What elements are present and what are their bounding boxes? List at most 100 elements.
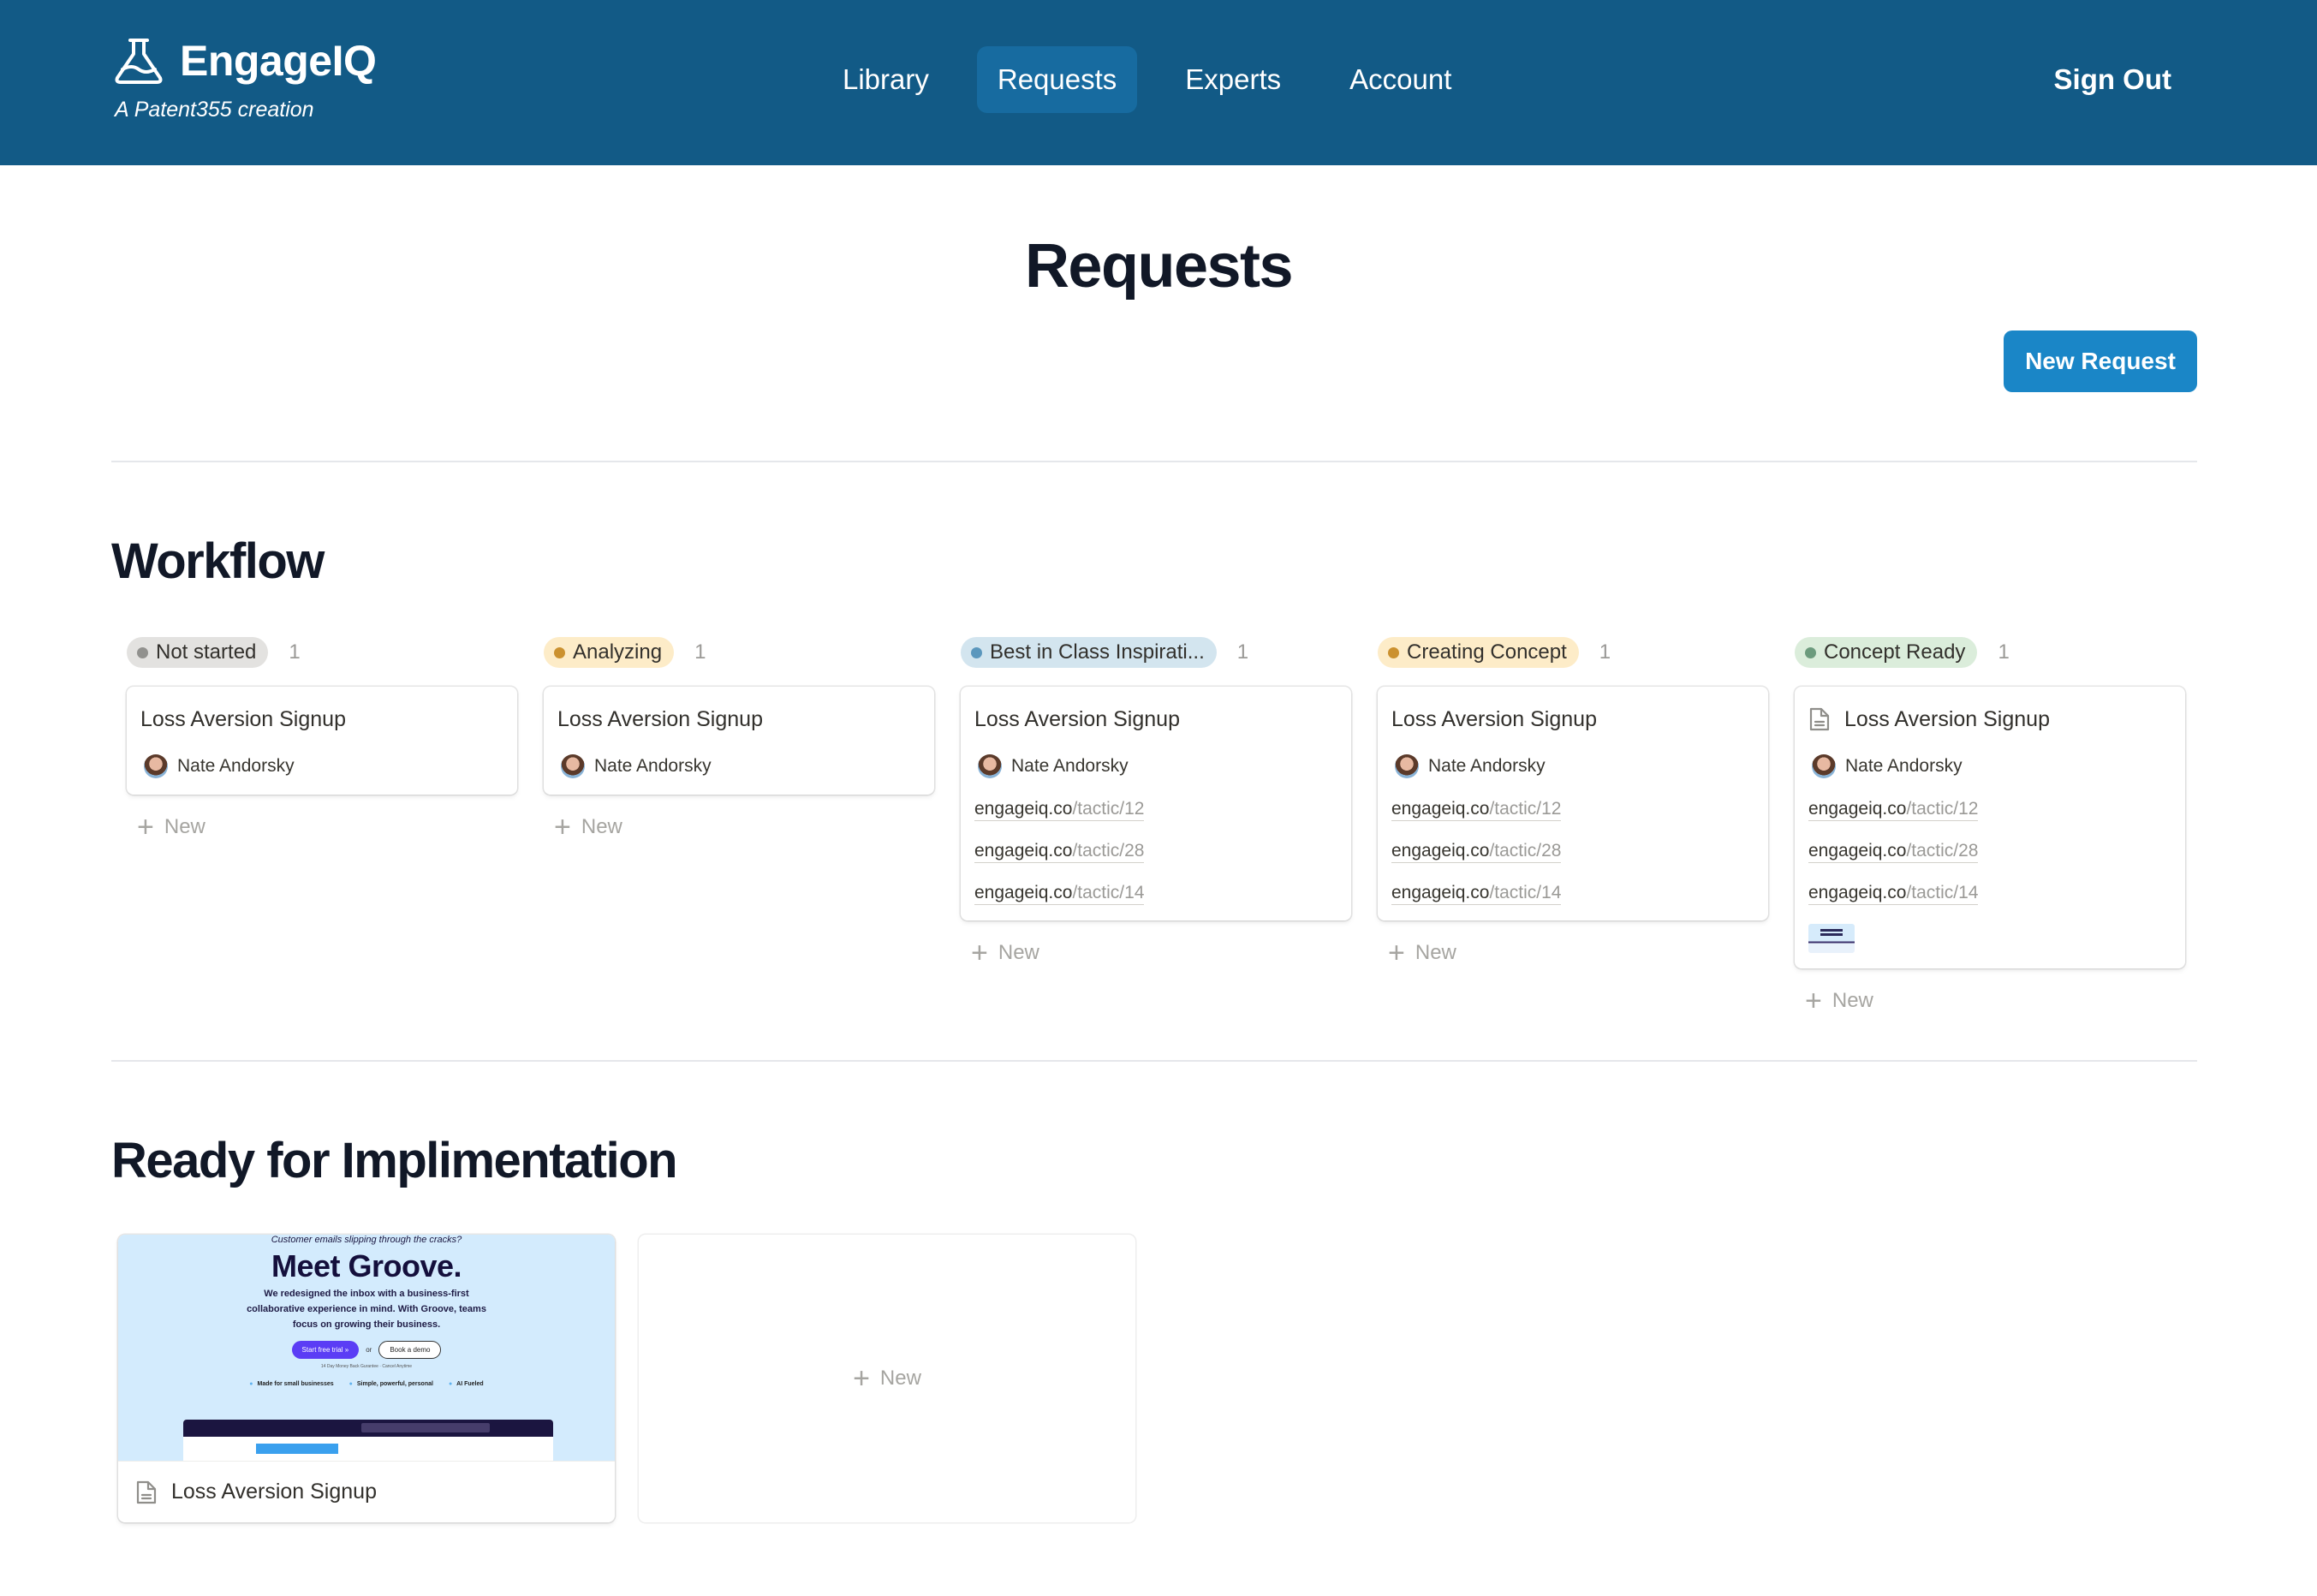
brand-name: EngageIQ xyxy=(180,37,377,85)
status-dot-icon xyxy=(971,646,982,658)
link-domain: engageiq.co xyxy=(1808,799,1907,819)
board-column: Not started 1 Loss Aversion Signup Nate … xyxy=(127,634,517,1016)
nav-account[interactable]: Account xyxy=(1329,46,1472,113)
status-pill[interactable]: Not started xyxy=(127,637,269,668)
avatar xyxy=(978,754,1002,778)
status-pill[interactable]: Best in Class Inspirati... xyxy=(961,637,1217,668)
assignee-name: Nate Andorsky xyxy=(1011,756,1129,776)
tactic-link[interactable]: engageiq.co/tactic/28 xyxy=(1391,840,1562,863)
column-count: 1 xyxy=(1236,640,1249,664)
link-path: /tactic/28 xyxy=(1072,841,1145,861)
top-nav-bar: EngageIQ A Patent355 creation Library Re… xyxy=(0,0,2317,165)
assignee-name: Nate Andorsky xyxy=(1428,756,1546,776)
status-label: Not started xyxy=(156,640,257,664)
request-card[interactable]: Loss Aversion Signup Nate Andorsky engag… xyxy=(1378,687,1768,920)
nav-experts[interactable]: Experts xyxy=(1164,46,1301,113)
add-new-card-button[interactable]: + New xyxy=(544,812,934,843)
new-label: New xyxy=(581,815,622,838)
status-label: Analyzing xyxy=(573,640,663,664)
link-path: /tactic/28 xyxy=(1906,841,1979,861)
column-count: 1 xyxy=(289,640,301,664)
new-page-button[interactable]: + New xyxy=(853,1363,921,1394)
link-path: /tactic/14 xyxy=(1072,883,1145,902)
card-title: Loss Aversion Signup xyxy=(1844,706,2050,731)
plus-icon: + xyxy=(1388,937,1405,969)
nav-requests[interactable]: Requests xyxy=(976,46,1138,113)
new-label: New xyxy=(164,815,205,838)
add-new-card-button[interactable]: + New xyxy=(127,812,517,843)
preview-or: or xyxy=(366,1346,372,1354)
link-domain: engageiq.co xyxy=(974,883,1073,902)
card-title: Loss Aversion Signup xyxy=(1391,706,1597,731)
avatar xyxy=(1812,754,1836,778)
tactic-link[interactable]: engageiq.co/tactic/12 xyxy=(1808,798,1979,821)
request-card[interactable]: Loss Aversion Signup Nate Andorsky xyxy=(127,687,517,795)
preview-feature: Made for small businesses xyxy=(249,1381,334,1387)
plus-icon: + xyxy=(971,937,988,969)
column-count: 1 xyxy=(1599,640,1611,664)
new-label: New xyxy=(879,1367,921,1390)
page-preview-image: Customer emails slipping through the cra… xyxy=(118,1235,615,1461)
tactic-link[interactable]: engageiq.co/tactic/12 xyxy=(1391,798,1562,821)
tactic-link[interactable]: engageiq.co/tactic/28 xyxy=(1808,840,1979,863)
board-column: Concept Ready 1 Loss Aversion Signup Nat… xyxy=(1795,634,2185,1016)
link-domain: engageiq.co xyxy=(1808,883,1907,902)
ready-heading: Ready for Implimentation xyxy=(111,1133,678,1188)
tactic-link[interactable]: engageiq.co/tactic/14 xyxy=(974,882,1145,905)
avatar xyxy=(561,754,585,778)
card-title: Loss Aversion Signup xyxy=(974,706,1180,731)
preview-feature: Simple, powerful, personal xyxy=(349,1381,433,1387)
plus-icon: + xyxy=(853,1362,870,1395)
request-card[interactable]: Loss Aversion Signup Nate Andorsky engag… xyxy=(961,687,1351,920)
preview-tagline: Customer emails slipping through the cra… xyxy=(271,1235,462,1245)
link-path: /tactic/28 xyxy=(1489,841,1562,861)
status-pill[interactable]: Analyzing xyxy=(544,637,675,668)
ready-gallery: Customer emails slipping through the cra… xyxy=(118,1235,1159,1522)
concept-thumbnail[interactable] xyxy=(1808,924,1855,953)
preview-app-screenshot xyxy=(183,1420,553,1461)
link-domain: engageiq.co xyxy=(1391,799,1490,819)
nav-library[interactable]: Library xyxy=(822,46,950,113)
tactic-link[interactable]: engageiq.co/tactic/12 xyxy=(974,798,1145,821)
request-card[interactable]: Loss Aversion Signup Nate Andorsky engag… xyxy=(1795,687,2185,968)
link-path: /tactic/12 xyxy=(1489,799,1562,819)
add-new-card-button[interactable]: + New xyxy=(1795,986,2185,1016)
tactic-link[interactable]: engageiq.co/tactic/14 xyxy=(1808,882,1979,905)
status-dot-icon xyxy=(1388,646,1399,658)
divider xyxy=(111,1060,2197,1062)
brand-subtitle: A Patent355 creation xyxy=(115,98,314,122)
status-label: Creating Concept xyxy=(1407,640,1567,664)
document-icon xyxy=(136,1480,157,1504)
brand[interactable]: EngageIQ A Patent355 creation xyxy=(113,36,377,122)
status-dot-icon xyxy=(137,646,148,658)
gallery-new-card[interactable]: + New xyxy=(639,1235,1135,1522)
sign-out-link[interactable]: Sign Out xyxy=(2054,63,2171,96)
column-count: 1 xyxy=(1998,640,2010,664)
gallery-card[interactable]: Customer emails slipping through the cra… xyxy=(118,1235,615,1522)
workflow-heading: Workflow xyxy=(111,533,325,589)
link-domain: engageiq.co xyxy=(974,841,1073,861)
preview-headline: Meet Groove. xyxy=(271,1248,462,1283)
link-path: /tactic/12 xyxy=(1072,799,1145,819)
column-count: 1 xyxy=(694,640,706,664)
preview-primary-cta: Start free trial » xyxy=(291,1341,360,1359)
plus-icon: + xyxy=(554,811,571,843)
link-domain: engageiq.co xyxy=(974,799,1073,819)
link-path: /tactic/14 xyxy=(1906,883,1979,902)
status-pill[interactable]: Creating Concept xyxy=(1378,637,1579,668)
status-pill[interactable]: Concept Ready xyxy=(1795,637,1978,668)
board-column: Creating Concept 1 Loss Aversion Signup … xyxy=(1378,634,1768,1016)
new-request-button[interactable]: New Request xyxy=(2004,331,2197,392)
card-title: Loss Aversion Signup xyxy=(557,706,763,731)
link-path: /tactic/12 xyxy=(1906,799,1979,819)
page-title: Requests xyxy=(1024,232,1294,301)
tactic-link[interactable]: engageiq.co/tactic/14 xyxy=(1391,882,1562,905)
add-new-card-button[interactable]: + New xyxy=(1378,938,1768,968)
link-path: /tactic/14 xyxy=(1489,883,1562,902)
status-label: Best in Class Inspirati... xyxy=(990,640,1205,664)
status-dot-icon xyxy=(1805,646,1816,658)
assignee-name: Nate Andorsky xyxy=(594,756,712,776)
request-card[interactable]: Loss Aversion Signup Nate Andorsky xyxy=(544,687,934,795)
tactic-link[interactable]: engageiq.co/tactic/28 xyxy=(974,840,1145,863)
add-new-card-button[interactable]: + New xyxy=(961,938,1351,968)
